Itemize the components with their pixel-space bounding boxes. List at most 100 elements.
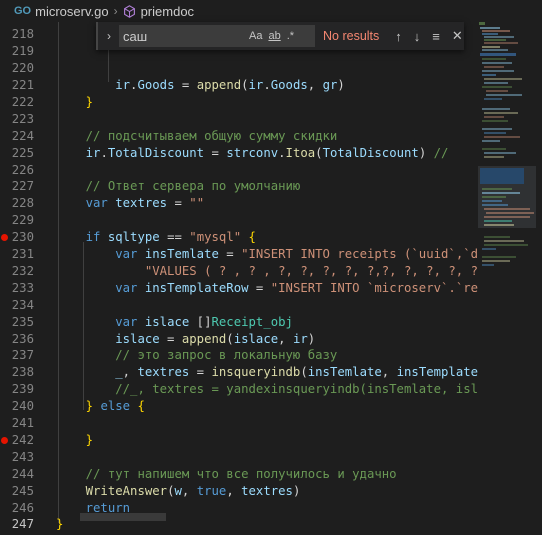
code-token: var (115, 247, 138, 261)
toggle-replace-icon[interactable]: › (101, 29, 117, 43)
vertical-scrollbar[interactable] (536, 22, 542, 535)
code-token: = (189, 365, 212, 380)
code-line[interactable]: 231 var insTemlate = "INSERT INTO receip… (0, 246, 478, 263)
find-in-selection-icon[interactable]: ≡ (432, 29, 440, 44)
code-text: var islace []Receipt_obj (56, 314, 293, 331)
code-token: } (56, 517, 64, 532)
code-text: islace = append(islace, ir) (56, 331, 315, 348)
code-line[interactable]: 233 var insTemplateRow = "INSERT INTO `m… (0, 280, 478, 297)
code-line[interactable]: 238 _, textres = insqueryindb(insTemlate… (0, 364, 478, 381)
arrow-down-icon[interactable]: ↓ (414, 29, 421, 44)
code-token: ir (292, 331, 308, 346)
breadcrumb: GO microserv.go › priemdoc (0, 0, 542, 22)
code-token: , (226, 483, 242, 498)
code-line[interactable]: 226 (0, 162, 478, 179)
code-line[interactable]: 234 (0, 297, 478, 314)
code-line[interactable]: 232 "VALUES ( ? , ? , ?, ?, ?, ?, ?,?, ?… (0, 263, 478, 280)
code-line[interactable]: 227 // Ответ сервера по умолчанию (0, 178, 478, 195)
code-line[interactable]: 240 } else { (0, 398, 478, 415)
code-token: islace (144, 314, 190, 329)
line-number: 241 (11, 416, 34, 430)
code-line[interactable]: 247} (0, 516, 478, 533)
code-token: = (174, 78, 197, 92)
code-line[interactable]: 228 var textres = "" (0, 195, 478, 212)
code-line[interactable]: 229 (0, 212, 478, 229)
function-symbol-icon (123, 4, 135, 18)
code-token: . (263, 78, 271, 92)
close-icon[interactable]: ✕ (452, 28, 463, 44)
line-number: 229 (11, 213, 34, 228)
code-line[interactable]: 220 (0, 60, 478, 77)
code-line[interactable]: 246 return (0, 500, 478, 517)
code-token: , (122, 365, 138, 380)
code-text: // Ответ сервера по умолчанию (56, 178, 301, 195)
code-text: ir.TotalDiscount = strconv.Itoa(TotalDis… (56, 145, 449, 162)
code-line[interactable]: 224 // подсчитываем общую сумму скидки (0, 128, 478, 145)
code-line[interactable]: 242 } (0, 432, 478, 449)
code-token: if (85, 230, 101, 245)
code-line[interactable]: 221 ir.Goods = append(ir.Goods, gr) (0, 77, 478, 94)
code-text: if sqltype == "mysql" { (56, 229, 256, 246)
code-token: insqueryindb (211, 365, 301, 380)
code-token: gr (322, 78, 338, 92)
code-token: } (85, 94, 94, 109)
code-line[interactable]: 244 // тут напишем что все получилось и … (0, 466, 478, 483)
match-whole-word-icon[interactable]: ab (268, 30, 280, 42)
code-token: = (204, 145, 227, 160)
code-token: } (85, 399, 94, 414)
line-number: 236 (11, 331, 34, 346)
code-token: = (248, 280, 271, 295)
code-token: var (115, 280, 138, 295)
code-token: Itoa (285, 145, 316, 160)
regex-icon[interactable]: .* (287, 30, 294, 42)
line-number: 238 (11, 365, 34, 380)
code-line[interactable]: 230 if sqltype == "mysql" { (0, 229, 478, 246)
match-case-icon[interactable]: Aa (249, 30, 262, 42)
code-line[interactable]: 245 WriteAnswer(w, true, textres) (0, 483, 478, 500)
code-text: // это запрос в локальную базу (56, 347, 337, 364)
code-line[interactable]: 225 ir.TotalDiscount = strconv.Itoa(Tota… (0, 145, 478, 162)
code-line[interactable]: 243 (0, 449, 478, 466)
line-number: 220 (11, 61, 34, 76)
code-line[interactable]: 241 (0, 415, 478, 432)
code-text: //_, textres = yandexinsqueryindb(insTem… (56, 381, 478, 398)
code-line[interactable]: 239 //_, textres = yandexinsqueryindb(in… (0, 381, 478, 398)
code-token: TotalDiscount (107, 145, 205, 160)
code-token: ) (307, 331, 316, 346)
code-token: w (174, 483, 182, 498)
code-token: "INSERT INTO `microserv`.`receipt (270, 280, 478, 295)
find-input[interactable] (119, 27, 243, 45)
code-token: . (278, 145, 286, 160)
arrow-up-icon[interactable]: ↑ (395, 29, 402, 44)
code-text: var insTemplateRow = "INSERT INTO `micro… (56, 280, 478, 297)
breadcrumb-file[interactable]: microserv.go (35, 4, 108, 19)
minimap[interactable] (478, 22, 536, 535)
code-line[interactable]: 235 var islace []Receipt_obj (0, 314, 478, 331)
code-token: Receipt_obj (211, 314, 293, 329)
code-line[interactable]: 237 // это запрос в локальную базу (0, 347, 478, 364)
code-editor[interactable]: 218 219 220 221 ir.Goods = append(ir.Goods,… (0, 22, 478, 535)
line-number: 245 (11, 483, 34, 498)
code-token: // это запрос в локальную базу (115, 348, 338, 363)
line-number: 221 (11, 78, 34, 92)
code-line[interactable]: 222 } (0, 94, 478, 111)
code-line[interactable]: 236 islace = append(islace, ir) (0, 331, 478, 348)
code-line[interactable]: 223 (0, 111, 478, 128)
line-number: 234 (11, 297, 34, 312)
horizontal-scrollbar-thumb[interactable] (80, 513, 166, 521)
minimap-preview (478, 22, 536, 266)
code-token: // тут напишем что все получилось и удач… (85, 466, 397, 481)
breadcrumb-symbol[interactable]: priemdoc (141, 4, 194, 19)
line-number: 230 (11, 230, 34, 245)
line-number: 239 (11, 382, 34, 397)
code-token: ) (418, 145, 434, 160)
code-token: append (181, 331, 227, 346)
